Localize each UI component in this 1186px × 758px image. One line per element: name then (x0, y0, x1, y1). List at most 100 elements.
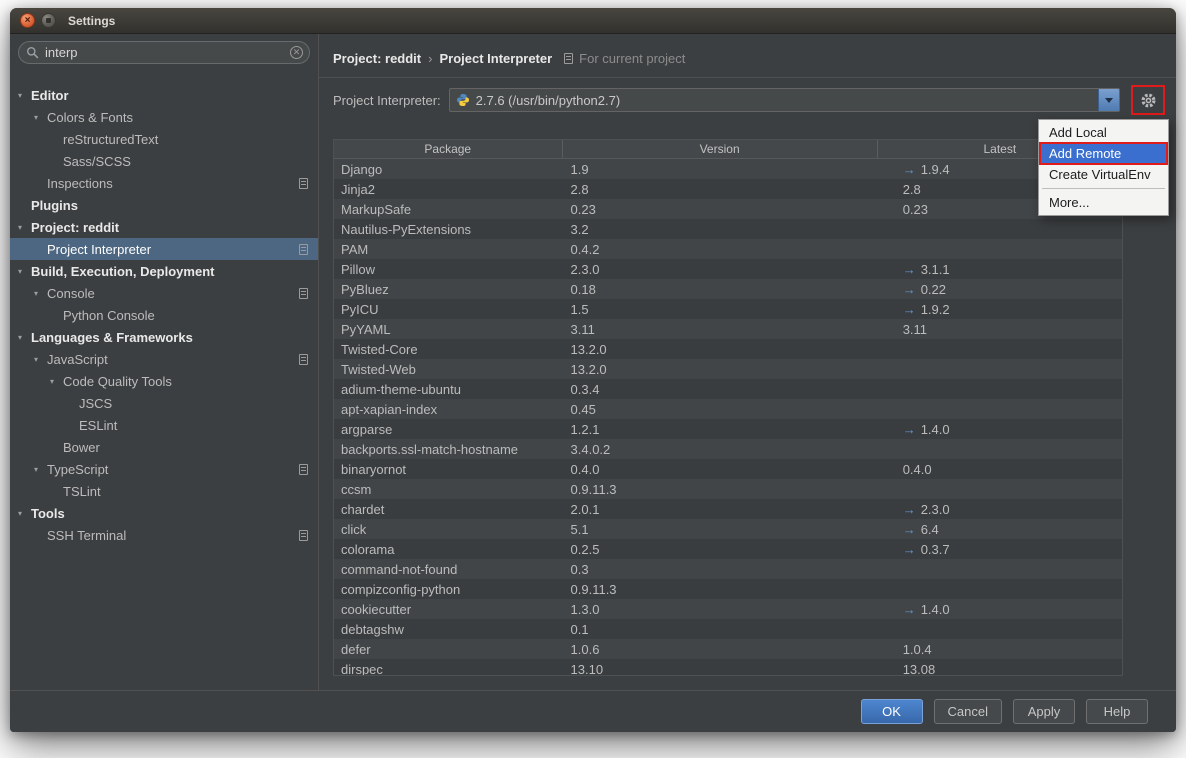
sidebar-item-restructuredtext[interactable]: ▾ reStructuredText (10, 128, 318, 150)
column-header-package[interactable]: Package (334, 140, 563, 158)
menu-item-more[interactable]: More... (1040, 192, 1167, 213)
sidebar-item-build-execution-deployment[interactable]: ▾ Build, Execution, Deployment (10, 260, 318, 282)
package-name: click (334, 522, 563, 537)
breadcrumb-separator-icon: › (428, 51, 432, 66)
sidebar-item-eslint[interactable]: ▾ ESLint (10, 414, 318, 436)
menu-item-add-remote[interactable]: Add Remote (1040, 143, 1167, 164)
cancel-button[interactable]: Cancel (934, 699, 1002, 724)
chevron-down-icon[interactable]: ▾ (18, 223, 31, 232)
table-row-apt-xapian-index[interactable]: apt-xapian-index 0.45 → (334, 399, 1122, 419)
table-row-twisted-core[interactable]: Twisted-Core 13.2.0 → (334, 339, 1122, 359)
column-header-version[interactable]: Version (563, 140, 878, 158)
sidebar-item-ssh-terminal[interactable]: ▾ SSH Terminal (10, 524, 318, 546)
package-latest-value: 3.11 (903, 322, 927, 337)
package-latest-value: 2.8 (903, 182, 921, 197)
sidebar-item-label: Console (47, 286, 95, 301)
upgrade-arrow-icon: → (903, 302, 916, 317)
chevron-down-icon[interactable]: ▾ (18, 509, 31, 518)
package-name: Twisted-Core (334, 342, 563, 357)
sidebar-item-project-interpreter[interactable]: ▾ Project Interpreter (10, 238, 318, 260)
sidebar-item-sass-scss[interactable]: ▾ Sass/SCSS (10, 150, 318, 172)
package-latest-value: 1.4.0 (921, 602, 950, 617)
chevron-down-icon[interactable]: ▾ (34, 113, 47, 122)
search-input[interactable] (18, 41, 310, 64)
package-latest-value: 0.23 (903, 202, 928, 217)
package-version: 0.3.4 (563, 382, 878, 397)
sidebar-item-code-quality-tools[interactable]: ▾ Code Quality Tools (10, 370, 318, 392)
chevron-down-icon[interactable]: ▾ (18, 333, 31, 342)
table-row-pybluez[interactable]: PyBluez 0.18 → 0.22 (334, 279, 1122, 299)
table-row-adium-theme-ubuntu[interactable]: adium-theme-ubuntu 0.3.4 → (334, 379, 1122, 399)
sidebar-item-bower[interactable]: ▾ Bower (10, 436, 318, 458)
table-row-debtagshw[interactable]: debtagshw 0.1 → (334, 619, 1122, 639)
sidebar-item-typescript[interactable]: ▾ TypeScript (10, 458, 318, 480)
sidebar-item-plugins[interactable]: ▾ Plugins (10, 194, 318, 216)
table-row-binaryornot[interactable]: binaryornot 0.4.0 → 0.4.0 (334, 459, 1122, 479)
gear-button[interactable] (1136, 90, 1160, 110)
package-version: 3.4.0.2 (563, 442, 878, 457)
table-row-markupsafe[interactable]: MarkupSafe 0.23 → 0.23 (334, 199, 1122, 219)
package-version: 1.5 (563, 302, 878, 317)
table-row-compizconfig-python[interactable]: compizconfig-python 0.9.11.3 → (334, 579, 1122, 599)
sidebar-item-javascript[interactable]: ▾ JavaScript (10, 348, 318, 370)
apply-button[interactable]: Apply (1013, 699, 1075, 724)
sidebar-item-console[interactable]: ▾ Console (10, 282, 318, 304)
table-row-django[interactable]: Django 1.9 → 1.9.4 (334, 159, 1122, 179)
table-row-pyicu[interactable]: PyICU 1.5 → 1.9.2 (334, 299, 1122, 319)
scope-note: For current project (564, 51, 685, 66)
sidebar-item-tslint[interactable]: ▾ TSLint (10, 480, 318, 502)
package-version: 0.2.5 (563, 542, 878, 557)
interpreter-label: Project Interpreter: (333, 93, 441, 108)
sidebar-item-label: TypeScript (47, 462, 108, 477)
combobox-dropdown-button[interactable] (1098, 89, 1119, 111)
sidebar-item-label: Bower (63, 440, 100, 455)
help-button[interactable]: Help (1086, 699, 1148, 724)
table-row-pam[interactable]: PAM 0.4.2 → (334, 239, 1122, 259)
table-row-chardet[interactable]: chardet 2.0.1 → 2.3.0 (334, 499, 1122, 519)
chevron-down-icon[interactable]: ▾ (50, 377, 63, 386)
table-row-jinja2[interactable]: Jinja2 2.8 → 2.8 (334, 179, 1122, 199)
package-latest: → 13.08 (878, 662, 1122, 677)
table-row-pillow[interactable]: Pillow 2.3.0 → 3.1.1 (334, 259, 1122, 279)
sidebar-item-colors-fonts[interactable]: ▾ Colors & Fonts (10, 106, 318, 128)
titlebar[interactable]: × Settings (10, 8, 1176, 34)
sidebar-item-tools[interactable]: ▾ Tools (10, 502, 318, 524)
chevron-down-icon[interactable]: ▾ (34, 465, 47, 474)
sidebar-item-label: SSH Terminal (47, 528, 126, 543)
table-row-command-not-found[interactable]: command-not-found 0.3 → (334, 559, 1122, 579)
sidebar-item-jscs[interactable]: ▾ JSCS (10, 392, 318, 414)
table-row-colorama[interactable]: colorama 0.2.5 → 0.3.7 (334, 539, 1122, 559)
sidebar-item-inspections[interactable]: ▾ Inspections (10, 172, 318, 194)
table-row-cookiecutter[interactable]: cookiecutter 1.3.0 → 1.4.0 (334, 599, 1122, 619)
sidebar-item-label: Project Interpreter (47, 242, 151, 257)
interpreter-combobox[interactable]: 2.7.6 (/usr/bin/python2.7) (449, 88, 1120, 112)
sidebar-item-editor[interactable]: ▾ Editor (10, 84, 318, 106)
table-row-argparse[interactable]: argparse 1.2.1 → 1.4.0 (334, 419, 1122, 439)
table-row-click[interactable]: click 5.1 → 6.4 (334, 519, 1122, 539)
menu-item-add-local[interactable]: Add Local (1040, 122, 1167, 143)
chevron-down-icon[interactable]: ▾ (34, 289, 47, 298)
table-row-dirspec[interactable]: dirspec 13.10 → 13.08 (334, 659, 1122, 676)
sidebar-item-python-console[interactable]: ▾ Python Console (10, 304, 318, 326)
table-row-defer[interactable]: defer 1.0.6 → 1.0.4 (334, 639, 1122, 659)
table-row-twisted-web[interactable]: Twisted-Web 13.2.0 → (334, 359, 1122, 379)
package-name: ccsm (334, 482, 563, 497)
chevron-down-icon[interactable]: ▾ (18, 91, 31, 100)
table-row-pyyaml[interactable]: PyYAML 3.11 → 3.11 (334, 319, 1122, 339)
package-name: PyBluez (334, 282, 563, 297)
close-button[interactable]: × (20, 13, 35, 28)
chevron-down-icon[interactable]: ▾ (34, 355, 47, 364)
maximize-button[interactable] (41, 13, 56, 28)
sidebar-item-languages-frameworks[interactable]: ▾ Languages & Frameworks (10, 326, 318, 348)
table-row-backports-ssl-match-hostname[interactable]: backports.ssl-match-hostname 3.4.0.2 → (334, 439, 1122, 459)
menu-item-create-virtualenv[interactable]: Create VirtualEnv (1040, 164, 1167, 185)
breadcrumb-project[interactable]: Project: reddit (333, 51, 421, 66)
clear-search-icon[interactable]: ✕ (290, 46, 303, 59)
ok-button[interactable]: OK (861, 699, 923, 724)
table-row-nautilus-pyextensions[interactable]: Nautilus-PyExtensions 3.2 → (334, 219, 1122, 239)
table-row-ccsm[interactable]: ccsm 0.9.11.3 → (334, 479, 1122, 499)
package-latest-value: 1.4.0 (921, 422, 950, 437)
chevron-down-icon[interactable]: ▾ (18, 267, 31, 276)
package-version: 13.2.0 (563, 362, 878, 377)
sidebar-item-project-reddit[interactable]: ▾ Project: reddit (10, 216, 318, 238)
